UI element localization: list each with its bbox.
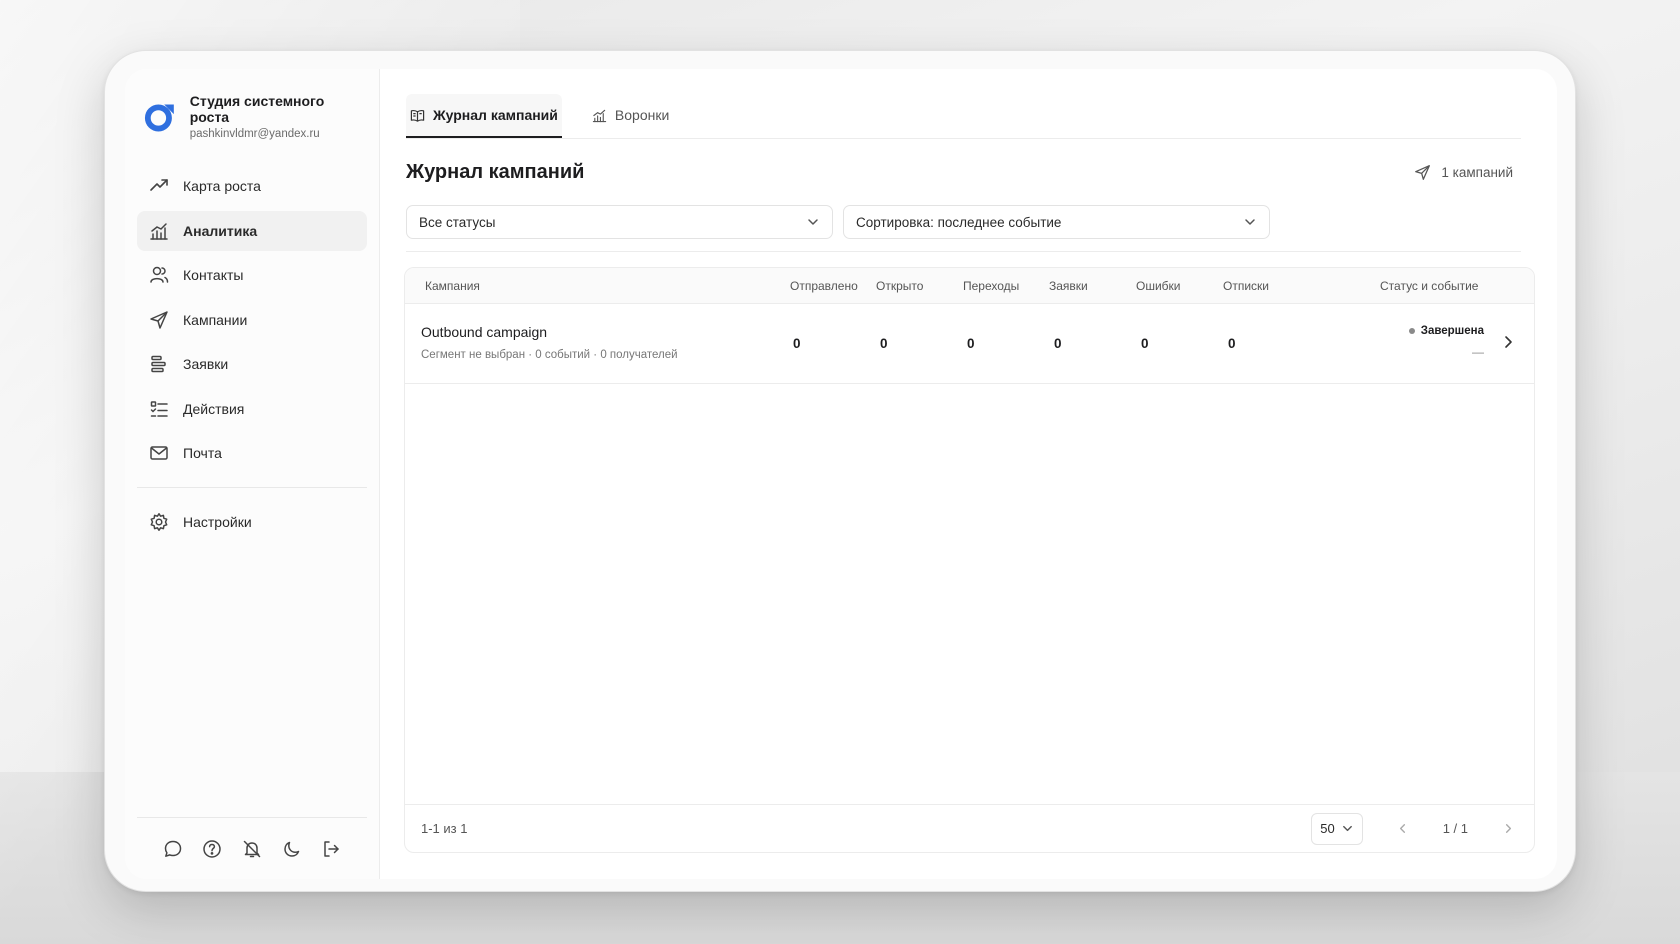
column-header-leads[interactable]: Заявки [1049, 279, 1088, 293]
sidebar-item-growth-map[interactable]: Карта роста [137, 166, 367, 206]
device-frame: Студия системного роста pashkinvldmr@yan… [104, 50, 1576, 892]
sidebar-item-label: Кампании [183, 311, 248, 328]
logout-icon [324, 840, 339, 857]
column-header-clicks[interactable]: Переходы [963, 279, 1019, 293]
tab-funnels[interactable]: Воронки [588, 94, 673, 138]
sidebar-item-analytics[interactable]: Аналитика [137, 210, 367, 251]
sidebar-item-campaigns[interactable]: Кампании [137, 300, 367, 340]
campaigns-table: Кампания Отправлено Открыто Переходы Зая… [404, 267, 1535, 853]
chevron-right-icon [1505, 824, 1511, 833]
brand[interactable]: Студия системного роста pashkinvldmr@yan… [137, 89, 367, 166]
filters-bar: Все статусы Сортировка: последнее событи… [406, 205, 1521, 252]
column-header-errors[interactable]: Ошибки [1136, 279, 1181, 293]
brand-name: Студия системного роста [189, 93, 325, 125]
page-size-select[interactable]: 50 [1311, 812, 1363, 845]
mail-icon [150, 446, 168, 460]
chart-icon [592, 109, 607, 122]
send-icon [1415, 164, 1431, 180]
chevron-left-icon [1400, 824, 1406, 833]
book-icon [410, 109, 425, 122]
table-row[interactable]: Outbound campaign Сегмент не выбран · 0 … [405, 304, 1534, 384]
sidebar-footer [137, 817, 367, 879]
status-filter-value: Все статусы [419, 214, 496, 230]
logout-button[interactable] [316, 834, 346, 864]
tab-label: Журнал кампаний [433, 107, 558, 123]
column-header-opened[interactable]: Открыто [876, 279, 923, 293]
page-title: Журнал кампаний [406, 160, 585, 183]
sidebar-item-label: Карта роста [183, 178, 261, 194]
page-header: Журнал кампаний 1 кампаний [406, 139, 1521, 205]
tab-bar: Журнал кампаний Воронки [406, 69, 1521, 139]
prev-page-button[interactable] [1393, 819, 1413, 839]
cell-errors: 0 [1141, 336, 1149, 351]
chat-icon [164, 840, 182, 857]
page-indicator: 1 / 1 [1442, 821, 1468, 836]
column-header-sent[interactable]: Отправлено [790, 279, 858, 293]
gear-icon [150, 513, 168, 531]
sidebar-item-label: Почта [183, 445, 222, 461]
theme-toggle-button[interactable] [277, 834, 307, 864]
sort-value: Сортировка: последнее событие [856, 214, 1062, 230]
campaign-count-label: 1 кампаний [1441, 164, 1513, 180]
sidebar-item-requests[interactable]: Заявки [137, 344, 367, 384]
column-header-unsubscribes[interactable]: Отписки [1223, 279, 1269, 293]
chat-button[interactable] [158, 834, 188, 864]
help-button[interactable] [197, 834, 227, 864]
column-header-campaign[interactable]: Кампания [425, 279, 480, 293]
help-icon [203, 839, 222, 858]
cell-sent: 0 [793, 336, 801, 351]
cell-unsubscribes: 0 [1228, 336, 1236, 351]
cell-clicks: 0 [967, 336, 975, 351]
table-footer: 1-1 из 1 50 1 / 1 [405, 804, 1534, 852]
sidebar-item-label: Заявки [183, 356, 229, 372]
tab-label: Воронки [614, 107, 670, 123]
chevron-down-icon [1342, 825, 1352, 832]
brand-email: pashkinvldmr@yandex.ru [189, 128, 320, 140]
column-header-status[interactable]: Статус и событие [1380, 279, 1478, 293]
pagination: 50 1 / 1 [1311, 812, 1518, 845]
list-icon [151, 355, 166, 373]
main-content: Журнал кампаний Воронки Журнал кампаний … [380, 69, 1557, 879]
page-size-value: 50 [1320, 821, 1335, 836]
last-event: — [1472, 345, 1484, 359]
sidebar-item-mail[interactable]: Почта [137, 433, 367, 473]
moon-icon [283, 841, 299, 857]
campaign-name: Outbound campaign [421, 324, 548, 340]
app-window: Студия системного роста pashkinvldmr@yan… [125, 69, 1557, 879]
chevron-right-icon[interactable] [1500, 334, 1516, 350]
send-icon [150, 310, 168, 329]
sidebar-divider [137, 487, 367, 488]
next-page-button[interactable] [1498, 819, 1518, 839]
sidebar-item-label: Действия [183, 400, 245, 417]
cell-leads: 0 [1054, 336, 1062, 351]
status-filter-select[interactable]: Все статусы [406, 205, 833, 239]
table-header: Кампания Отправлено Открыто Переходы Зая… [405, 268, 1534, 304]
sidebar-item-settings[interactable]: Настройки [137, 502, 367, 542]
cell-opened: 0 [880, 336, 888, 351]
sidebar: Студия системного роста pashkinvldmr@yan… [125, 69, 380, 879]
brand-logo [144, 103, 174, 131]
trend-up-icon [150, 179, 168, 191]
tab-campaign-log[interactable]: Журнал кампаний [406, 94, 562, 138]
sidebar-item-label: Аналитика [183, 222, 258, 239]
results-range: 1-1 из 1 [421, 821, 468, 836]
bell-off-icon [243, 840, 261, 857]
status-badge: Завершена [1408, 325, 1484, 337]
campaign-count: 1 кампаний [1414, 164, 1521, 181]
sidebar-item-label: Контакты [183, 267, 244, 283]
chevron-down-icon [808, 219, 818, 225]
sidebar-item-contacts[interactable]: Контакты [137, 255, 367, 295]
sidebar-item-actions[interactable]: Действия [137, 389, 367, 429]
status-dot [1408, 328, 1415, 334]
sidebar-item-label: Настройки [183, 514, 252, 530]
chart-icon [150, 222, 168, 240]
chevron-down-icon [1245, 219, 1255, 225]
campaign-meta: Сегмент не выбран · 0 событий · 0 получа… [421, 349, 678, 361]
checklist-icon [150, 400, 168, 417]
notifications-off-button[interactable] [237, 834, 267, 864]
users-icon [150, 266, 169, 283]
status-label: Завершена [1420, 325, 1484, 337]
sort-select[interactable]: Сортировка: последнее событие [843, 205, 1270, 239]
